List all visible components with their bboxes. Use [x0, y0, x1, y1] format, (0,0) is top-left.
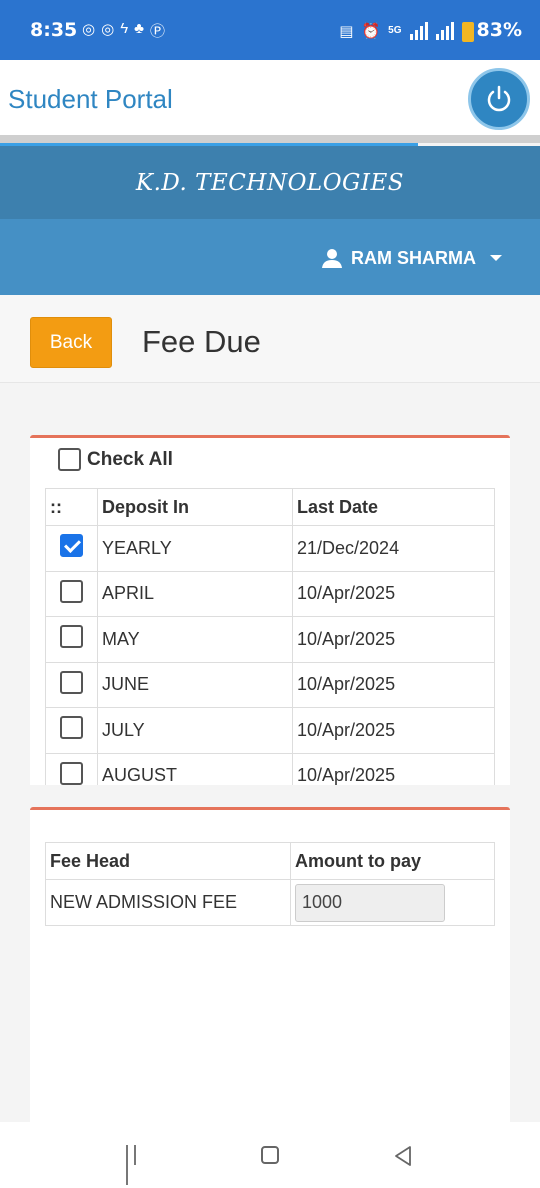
- user-icon: [322, 249, 342, 268]
- row-checkbox-cell[interactable]: [45, 570, 98, 617]
- battery-icon: [461, 22, 474, 43]
- row-checkbox-cell[interactable]: [45, 661, 98, 708]
- check-all-checkbox[interactable]: [58, 448, 81, 471]
- chevron-down-icon: [490, 255, 502, 261]
- page-header: Back Fee Due: [0, 295, 540, 383]
- recent-apps-button[interactable]: [126, 1145, 146, 1185]
- page-title: Fee Due: [142, 324, 261, 359]
- signal-icon: [409, 21, 428, 40]
- back-button[interactable]: Back: [30, 317, 112, 368]
- deposit-in-cell: AUGUST: [97, 752, 293, 785]
- table-header-row: Fee Head Amount to pay: [45, 842, 495, 880]
- check-all[interactable]: Check All: [58, 448, 173, 471]
- row-checkbox-cell[interactable]: [45, 752, 98, 785]
- last-date-cell: 10/Apr/2025: [292, 570, 495, 617]
- row-checkbox-cell[interactable]: [45, 525, 98, 572]
- signal-icon: [435, 21, 454, 40]
- navigation-bar: [0, 1122, 540, 1188]
- row-checkbox[interactable]: [60, 716, 83, 740]
- fee-card: Fee Head Amount to pay NEW ADMISSION FEE: [30, 807, 510, 1123]
- divider: [0, 135, 540, 143]
- row-checkbox-cell[interactable]: [45, 707, 98, 754]
- signal-5g-icon: 5G: [388, 25, 402, 37]
- message-icon: ▤: [339, 22, 354, 40]
- deposit-in-cell: YEARLY: [97, 525, 293, 572]
- company-header: K.D. TECHNOLOGIES: [0, 146, 540, 219]
- amount-input[interactable]: [295, 883, 445, 922]
- app-bar: Student Portal: [0, 60, 540, 136]
- last-date-cell: 10/Apr/2025: [292, 661, 495, 708]
- last-date-cell: 21/Dec/2024: [292, 525, 495, 572]
- notification-icons: ◎ ◎ ϟ ♣ Ⓟ: [82, 20, 165, 41]
- column-header-deposit-in: Deposit In: [97, 488, 293, 526]
- column-header-last-date: Last Date: [292, 488, 495, 526]
- last-date-cell: 10/Apr/2025: [292, 616, 495, 663]
- deposit-card: Check All :: Deposit In Last Date YEARLY…: [30, 435, 510, 785]
- column-header-amount: Amount to pay: [290, 842, 495, 880]
- app-title: Student Portal: [8, 84, 173, 114]
- table-row[interactable]: MAY 10/Apr/2025: [45, 616, 495, 663]
- table-row[interactable]: JULY 10/Apr/2025: [45, 707, 495, 754]
- row-checkbox[interactable]: [60, 534, 83, 558]
- user-name: RAM SHARMA: [351, 247, 476, 268]
- column-header-fee-head: Fee Head: [45, 842, 291, 880]
- last-date-cell: 10/Apr/2025: [292, 707, 495, 754]
- deposit-in-cell: APRIL: [97, 570, 293, 617]
- back-nav-button[interactable]: [393, 1145, 413, 1167]
- company-name: K.D. TECHNOLOGIES: [135, 170, 405, 196]
- power-icon: [487, 85, 511, 112]
- table-row[interactable]: JUNE 10/Apr/2025: [45, 661, 495, 708]
- user-menu[interactable]: RAM SHARMA: [321, 247, 502, 269]
- deposit-in-cell: JUNE: [97, 661, 293, 708]
- alarm-icon: ⏰: [361, 22, 381, 40]
- table-row[interactable]: AUGUST 10/Apr/2025: [45, 752, 495, 785]
- status-bar: 8:35 ◎ ◎ ϟ ♣ Ⓟ ▤ ⏰ 5G 83%: [0, 0, 540, 60]
- home-button[interactable]: [261, 1146, 279, 1164]
- fee-head-cell: NEW ADMISSION FEE: [45, 879, 291, 926]
- bolt-icon: ϟ: [120, 20, 129, 37]
- table-row: NEW ADMISSION FEE: [45, 879, 495, 926]
- fee-table: Fee Head Amount to pay NEW ADMISSION FEE: [45, 842, 495, 926]
- pinterest-icon: Ⓟ: [149, 23, 165, 40]
- table-header-row: :: Deposit In Last Date: [45, 488, 495, 526]
- battery-indicator: 83%: [461, 19, 522, 43]
- logout-button[interactable]: [468, 68, 530, 130]
- deposit-in-cell: JULY: [97, 707, 293, 754]
- user-bar: RAM SHARMA: [0, 219, 540, 295]
- last-date-cell: 10/Apr/2025: [292, 752, 495, 785]
- table-row[interactable]: APRIL 10/Apr/2025: [45, 570, 495, 617]
- amount-cell: [290, 879, 495, 926]
- app-icon: ♣: [134, 20, 144, 37]
- row-checkbox-cell[interactable]: [45, 616, 98, 663]
- row-checkbox[interactable]: [60, 625, 83, 649]
- status-time: 8:35: [30, 19, 78, 41]
- instagram-icon: ◎: [101, 21, 115, 38]
- row-checkbox[interactable]: [60, 761, 83, 785]
- check-all-label: Check All: [87, 448, 173, 470]
- row-checkbox[interactable]: [60, 579, 83, 603]
- column-header-select: ::: [45, 488, 98, 526]
- deposit-in-cell: MAY: [97, 616, 293, 663]
- table-row[interactable]: YEARLY 21/Dec/2024: [45, 525, 495, 572]
- deposit-table: :: Deposit In Last Date YEARLY 21/Dec/202…: [45, 488, 495, 785]
- instagram-icon: ◎: [82, 21, 96, 38]
- row-checkbox[interactable]: [60, 670, 83, 694]
- system-icons: ▤ ⏰ 5G 83%: [339, 19, 522, 43]
